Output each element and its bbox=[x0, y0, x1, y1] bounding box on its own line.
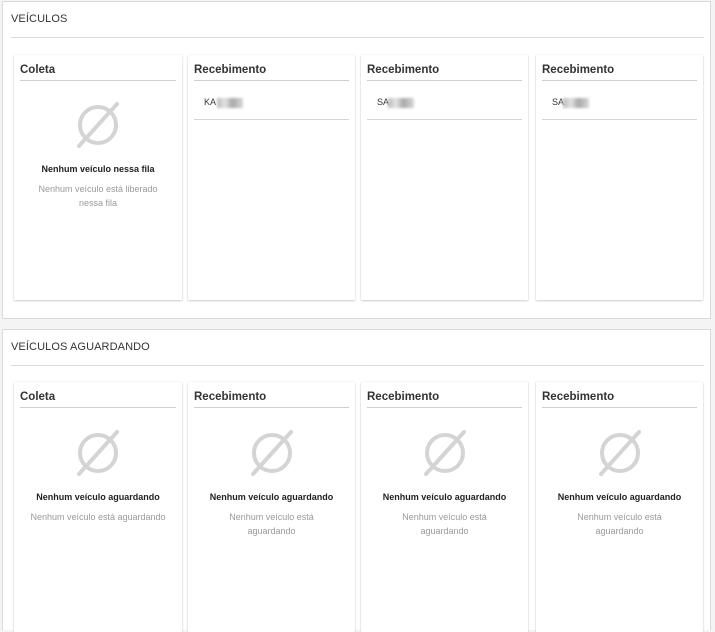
empty-state: Nenhum veículo aguardando Nenhum veículo… bbox=[188, 428, 355, 538]
vehicle-row[interactable]: SA bbox=[367, 94, 522, 120]
empty-subtitle: Nenhum veículo está liberado nessa fila bbox=[38, 184, 158, 208]
empty-set-icon bbox=[598, 430, 641, 476]
empty-state: Nenhum veículo aguardando Nenhum veículo… bbox=[14, 428, 182, 524]
empty-state: Nenhum veículo nessa fila Nenhum veículo… bbox=[14, 100, 182, 210]
waiting-card-recebimento: Recebimento Nenhum veículo aguardando Ne… bbox=[188, 382, 355, 632]
empty-subtitle: Nenhum veículo está aguardando bbox=[229, 512, 314, 536]
empty-state: Nenhum veículo aguardando Nenhum veículo… bbox=[536, 428, 703, 538]
card-title: Recebimento bbox=[542, 391, 697, 408]
redacted-text bbox=[388, 98, 414, 108]
vehicle-plate: KA bbox=[204, 97, 217, 107]
empty-title: Nenhum veículo aguardando bbox=[209, 492, 334, 502]
section-veiculos: VEÍCULOS Coleta Nenhum veículo nessa fil… bbox=[2, 1, 711, 319]
empty-set-icon bbox=[423, 430, 466, 476]
queue-card-coleta: Coleta Nenhum veículo nessa fila Nenhum … bbox=[14, 55, 182, 300]
queue-card-recebimento: Recebimento SA bbox=[361, 55, 528, 300]
card-title: Recebimento bbox=[194, 391, 349, 408]
empty-subtitle: Nenhum veículo está aguardando bbox=[577, 512, 662, 536]
empty-state: Nenhum veículo aguardando Nenhum veículo… bbox=[361, 428, 528, 538]
card-title: Coleta bbox=[20, 64, 176, 81]
redacted-text bbox=[563, 98, 589, 108]
section-title: VEÍCULOS bbox=[11, 13, 68, 25]
section-veiculos-aguardando: VEÍCULOS AGUARDANDO Coleta Nenhum veícul… bbox=[2, 329, 711, 632]
empty-subtitle: Nenhum veículo está aguardando bbox=[402, 512, 487, 536]
redacted-text bbox=[217, 98, 243, 108]
waiting-card-recebimento: Recebimento Nenhum veículo aguardando Ne… bbox=[361, 382, 528, 632]
empty-subtitle: Nenhum veículo está aguardando bbox=[30, 512, 166, 522]
card-title: Recebimento bbox=[542, 64, 697, 81]
vehicle-row[interactable]: KA bbox=[194, 94, 349, 120]
empty-title: Nenhum veículo aguardando bbox=[36, 492, 160, 502]
queue-card-recebimento: Recebimento SA bbox=[536, 55, 703, 300]
queue-card-recebimento: Recebimento KA bbox=[188, 55, 355, 300]
section-title: VEÍCULOS AGUARDANDO bbox=[11, 341, 150, 353]
card-title: Recebimento bbox=[367, 64, 522, 81]
section-divider bbox=[11, 365, 704, 366]
card-title: Coleta bbox=[20, 391, 176, 408]
empty-title: Nenhum veículo nessa fila bbox=[41, 164, 155, 174]
waiting-card-coleta: Coleta Nenhum veículo aguardando Nenhum … bbox=[14, 382, 182, 632]
empty-set-icon bbox=[77, 102, 119, 148]
card-title: Recebimento bbox=[194, 64, 349, 81]
empty-set-icon bbox=[250, 430, 293, 476]
card-title: Recebimento bbox=[367, 391, 522, 408]
empty-title: Nenhum veículo aguardando bbox=[557, 492, 682, 502]
empty-set-icon bbox=[77, 430, 119, 476]
section-divider bbox=[11, 37, 704, 38]
waiting-card-recebimento: Recebimento Nenhum veículo aguardando Ne… bbox=[536, 382, 703, 632]
vehicle-row[interactable]: SA bbox=[542, 94, 697, 120]
empty-title: Nenhum veículo aguardando bbox=[382, 492, 507, 502]
